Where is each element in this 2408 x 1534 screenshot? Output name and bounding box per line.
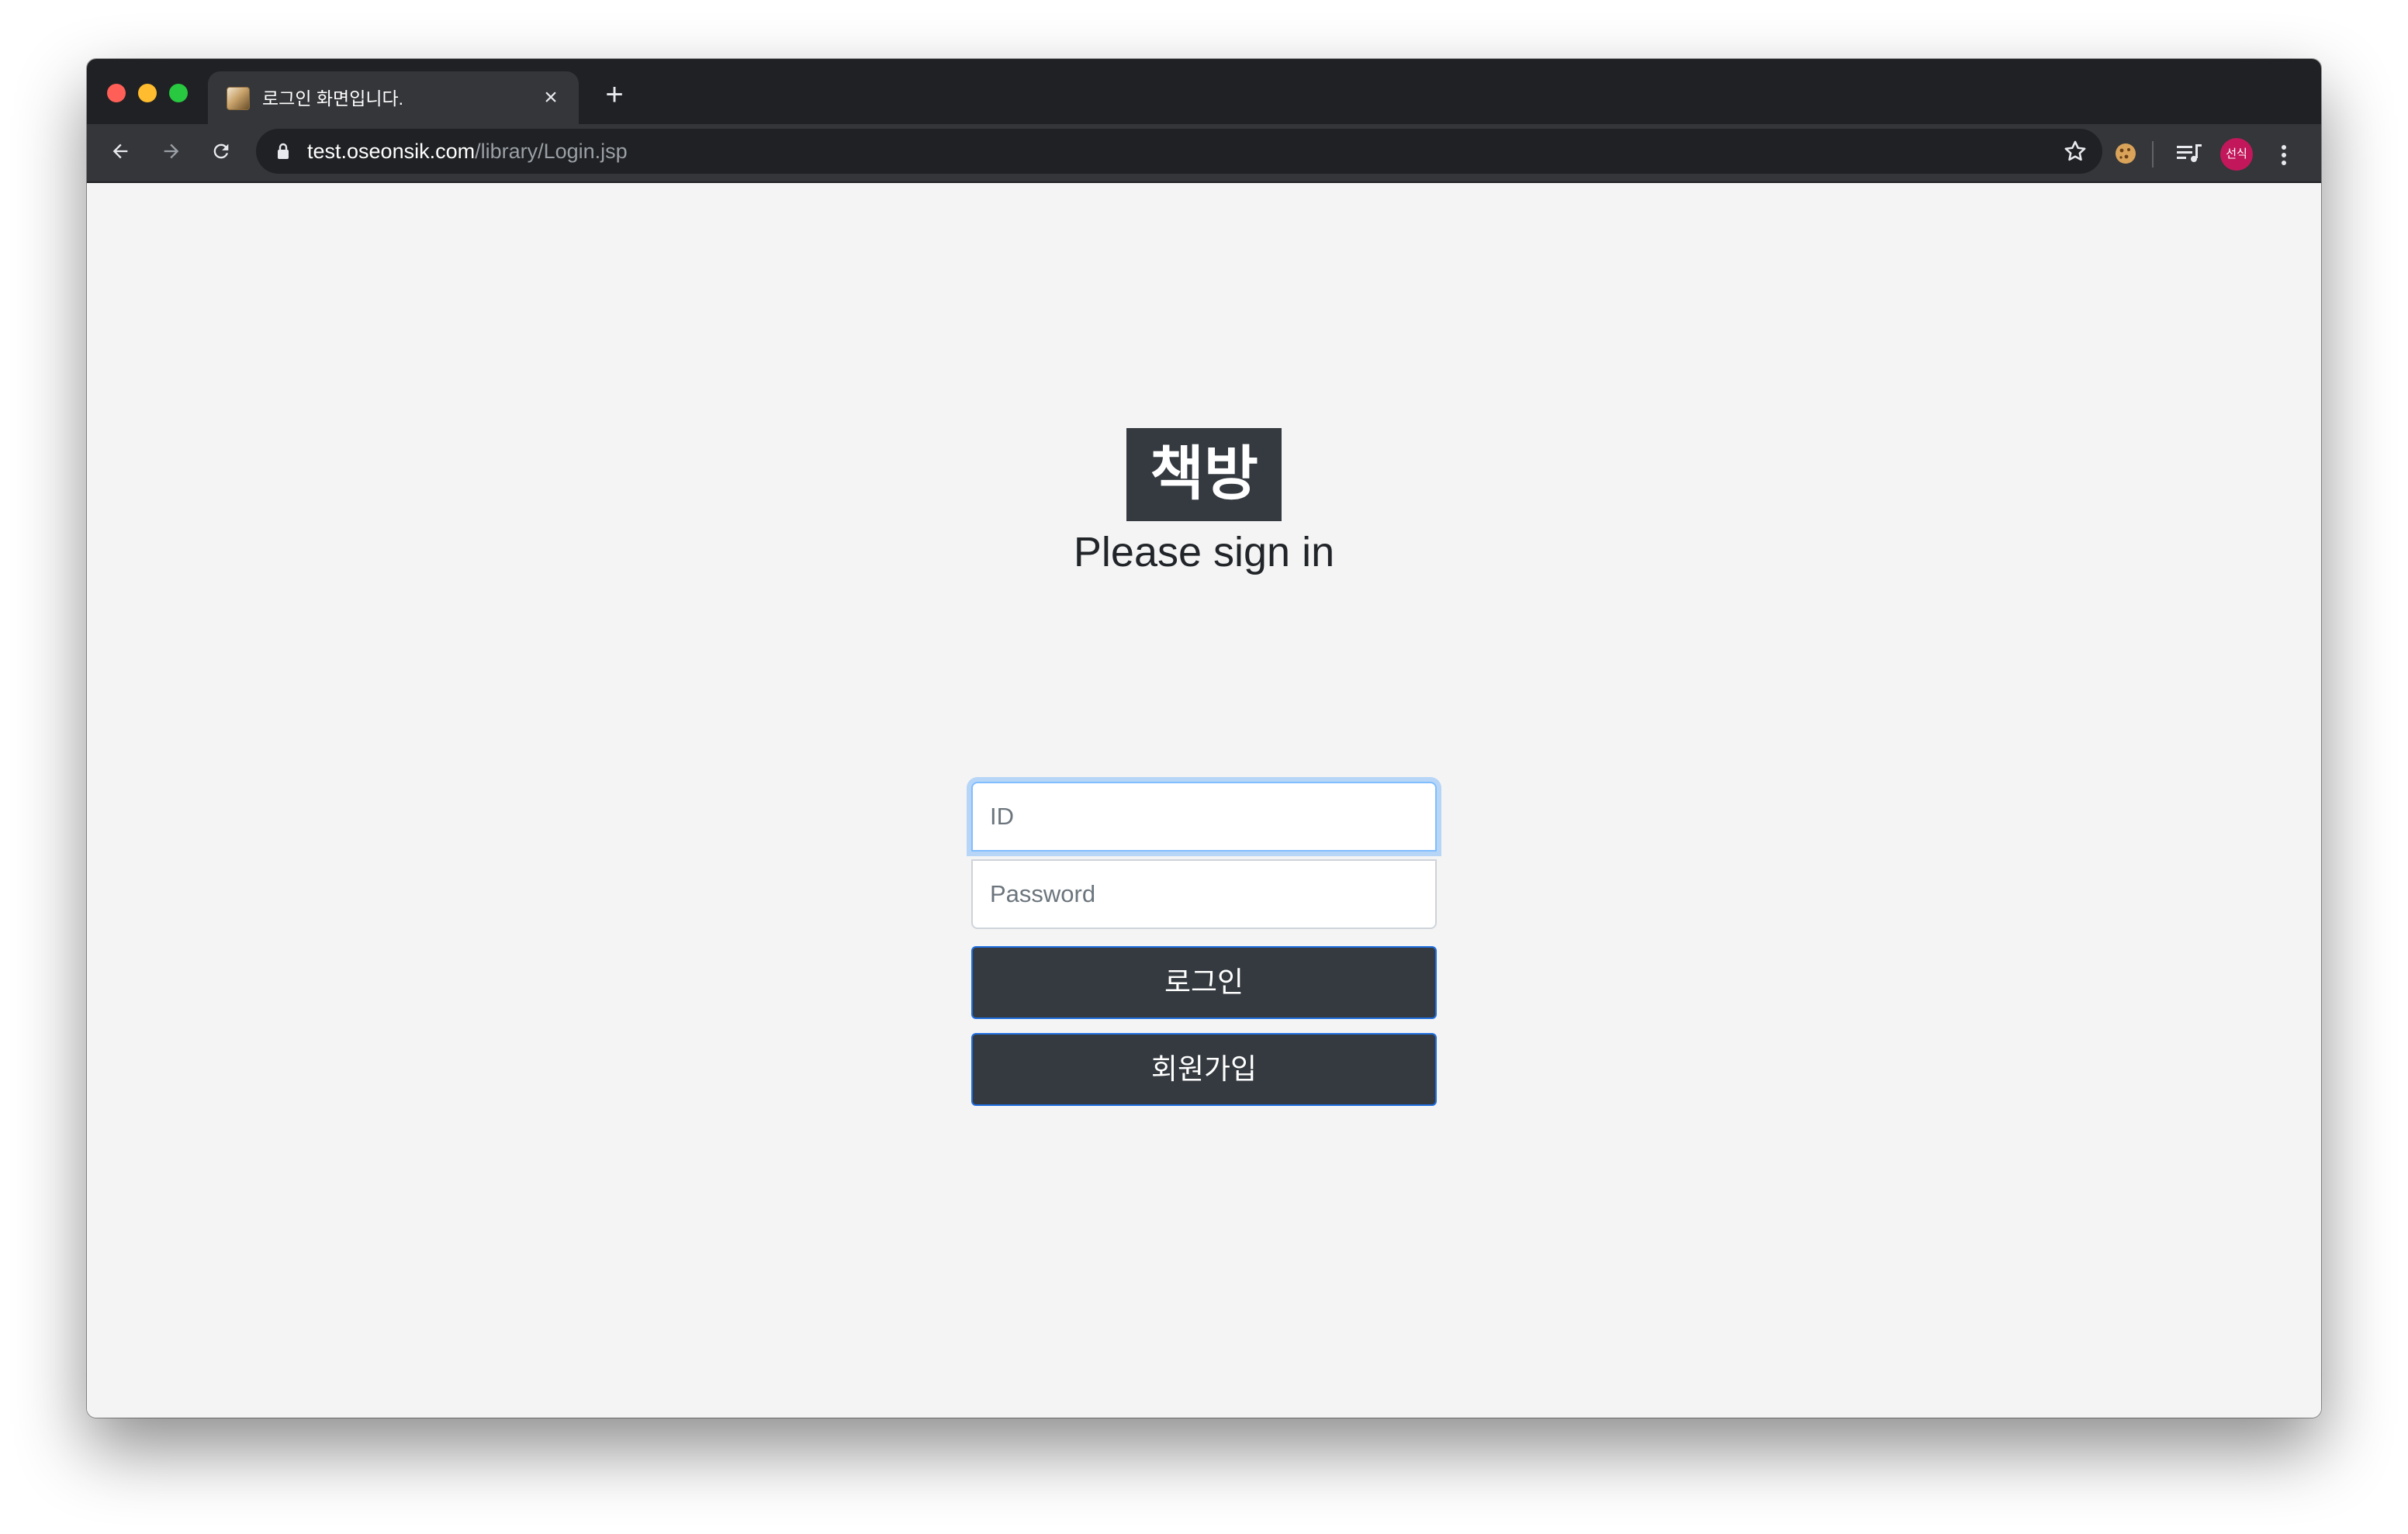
profile-avatar[interactable]: 선식: [2220, 138, 2253, 171]
address-bar[interactable]: test.oseonsik.com/library/Login.jsp: [256, 129, 2102, 174]
close-window-button[interactable]: [107, 84, 126, 102]
star-icon[interactable]: [2062, 138, 2088, 164]
password-input[interactable]: [971, 859, 1437, 929]
login-button[interactable]: 로그인: [971, 946, 1437, 1019]
url-host: test.oseonsik.com: [307, 140, 476, 163]
url-path: /library/Login.jsp: [475, 140, 628, 163]
toolbar-divider: [2152, 141, 2154, 168]
tab-title: 로그인 화면입니다.: [262, 88, 404, 109]
id-input[interactable]: [971, 782, 1437, 852]
back-button[interactable]: [101, 132, 140, 171]
forward-button[interactable]: [152, 132, 191, 171]
tab-strip: 로그인 화면입니다. × +: [87, 59, 2321, 124]
more-menu-icon[interactable]: [2276, 136, 2292, 174]
url-text: test.oseonsik.com/library/Login.jsp: [307, 139, 628, 164]
playlist-icon[interactable]: [2171, 135, 2208, 172]
signup-button[interactable]: 회원가입: [971, 1033, 1437, 1106]
reload-button[interactable]: [202, 132, 240, 171]
lock-icon: [278, 143, 289, 159]
arrow-right-icon: [164, 143, 179, 159]
tab-close-icon[interactable]: ×: [537, 84, 565, 112]
page-content: 책방 Please sign in 로그인 회원가입: [87, 183, 2321, 1418]
minimize-window-button[interactable]: [138, 84, 157, 102]
cookie-extension-icon[interactable]: [2107, 135, 2144, 172]
site-logo: 책방: [1126, 428, 1282, 521]
browser-toolbar: test.oseonsik.com/library/Login.jsp 선식: [87, 124, 2321, 183]
maximize-window-button[interactable]: [169, 84, 188, 102]
page-heading: Please sign in: [1073, 529, 1335, 575]
reload-icon: [213, 143, 229, 159]
arrow-left-icon: [112, 143, 128, 159]
new-tab-button[interactable]: +: [599, 79, 630, 110]
browser-window: 로그인 화면입니다. × + test.oseonsik.com/library…: [87, 59, 2321, 1418]
favicon-icon: [227, 87, 250, 110]
tab-login[interactable]: 로그인 화면입니다. ×: [208, 71, 579, 124]
